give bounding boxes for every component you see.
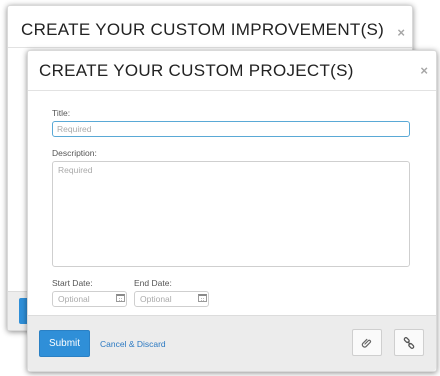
project-modal-divider [28, 90, 436, 91]
project-modal-title: CREATE YOUR CUSTOM PROJECT(S) [39, 61, 354, 80]
improvement-modal-close-icon[interactable]: × [397, 26, 405, 39]
description-input[interactable] [52, 161, 410, 267]
improvement-modal-divider [8, 47, 412, 48]
end-date-label: End Date: [134, 278, 172, 288]
description-label: Description: [52, 148, 97, 158]
start-date-label: Start Date: [52, 278, 93, 288]
add-link-button[interactable] [394, 329, 424, 356]
project-modal-close-icon[interactable]: × [420, 64, 428, 77]
project-modal-footer: Submit Cancel & Discard [28, 315, 436, 371]
submit-button[interactable]: Submit [39, 330, 90, 357]
cancel-discard-link[interactable]: Cancel & Discard [100, 339, 166, 349]
project-modal: CREATE YOUR CUSTOM PROJECT(S) × Title: D… [27, 50, 437, 372]
start-date-calendar-icon[interactable] [116, 294, 125, 302]
title-input[interactable] [52, 121, 410, 137]
title-label: Title: [52, 108, 71, 118]
improvement-modal-title: CREATE YOUR CUSTOM IMPROVEMENT(S) [21, 20, 385, 39]
attach-file-button[interactable] [352, 329, 382, 356]
link-icon [403, 336, 415, 349]
paperclip-icon [361, 338, 372, 348]
end-date-calendar-icon[interactable] [198, 294, 207, 302]
